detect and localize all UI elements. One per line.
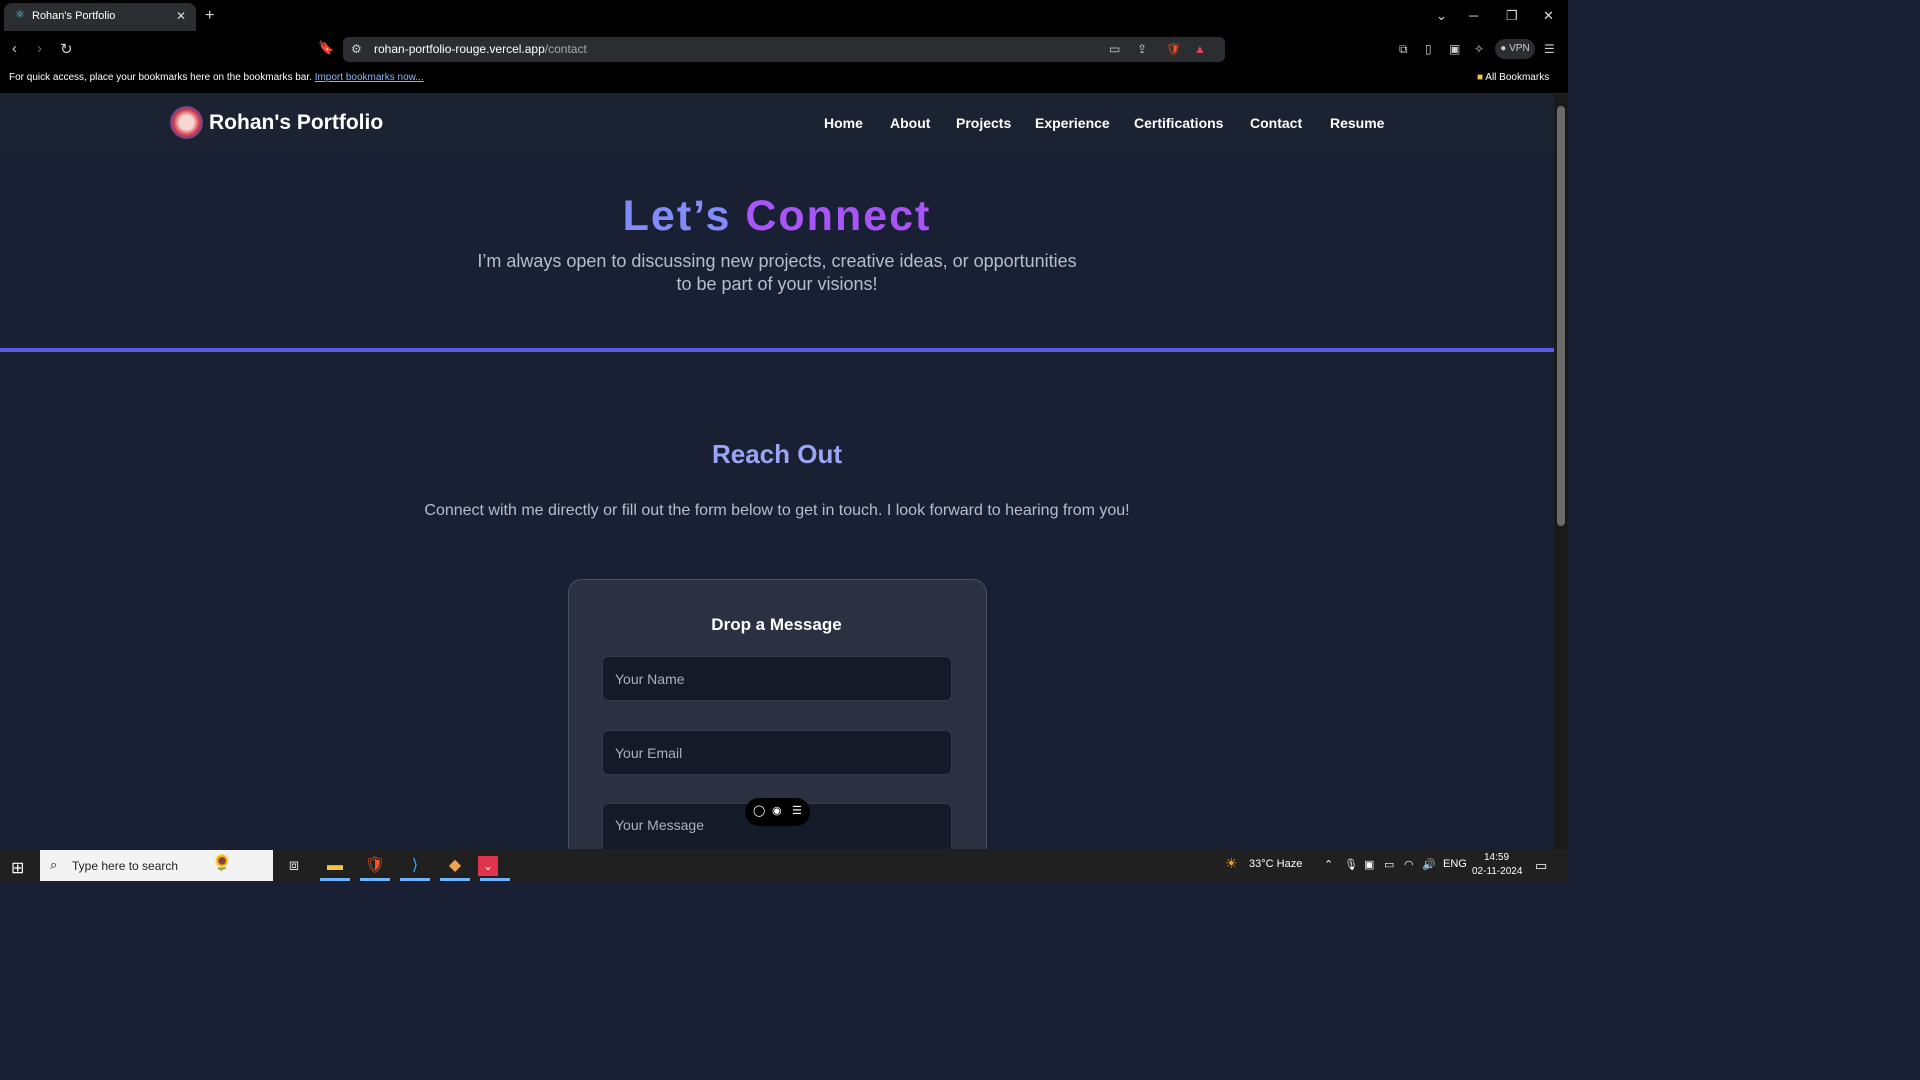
search-highlight-icon: 🌻 xyxy=(212,855,232,872)
section-divider xyxy=(0,348,1554,352)
vscode-indicator xyxy=(400,878,430,881)
nav-resume[interactable]: Resume xyxy=(1330,115,1384,131)
bookmarks-prompt-text: For quick access, place your bookmarks h… xyxy=(9,72,312,83)
nav-experience[interactable]: Experience xyxy=(1035,115,1110,131)
eye-icon[interactable]: ◉ xyxy=(772,804,782,817)
title-word-1: Let’s xyxy=(622,192,732,240)
bookmark-icon[interactable]: 🔖 xyxy=(318,40,334,56)
close-window-icon[interactable]: ✕ xyxy=(1543,8,1554,24)
floating-toolbar: ◯ ◉ ☰ xyxy=(745,798,810,826)
nav-contact[interactable]: Contact xyxy=(1250,115,1302,131)
clock-time[interactable]: 14:59 xyxy=(1484,852,1509,863)
back-icon[interactable]: ‹ xyxy=(12,40,17,57)
leo-ai-icon[interactable]: ✧ xyxy=(1474,42,1484,56)
app-icon[interactable]: ◆ xyxy=(438,853,472,879)
wallet-icon[interactable]: ▣ xyxy=(1449,42,1460,56)
meet-now-icon[interactable]: ▣ xyxy=(1364,858,1374,871)
new-tab-icon[interactable]: + xyxy=(205,7,214,25)
nav-certifications[interactable]: Certifications xyxy=(1134,115,1223,131)
comment-icon[interactable]: ◯ xyxy=(753,804,765,817)
app-indicator xyxy=(440,878,470,881)
minimize-icon[interactable]: ─ xyxy=(1469,8,1478,23)
import-bookmarks-link[interactable]: Import bookmarks now... xyxy=(315,72,424,83)
notifications-icon[interactable]: ▭ xyxy=(1535,858,1547,874)
reach-out-heading: Reach Out xyxy=(711,439,843,469)
tab-search-icon[interactable]: ⌄ xyxy=(1436,8,1447,24)
file-explorer-icon[interactable]: ▬ xyxy=(318,853,352,879)
email-field[interactable] xyxy=(602,730,952,775)
folder-icon: ■ xyxy=(1477,72,1484,83)
vpn-label: VPN xyxy=(1509,43,1530,54)
tab-title: Rohan's Portfolio xyxy=(32,10,116,22)
brave-rewards-icon[interactable]: ▲ xyxy=(1194,42,1206,56)
name-input[interactable] xyxy=(603,657,951,700)
vscode-icon[interactable]: ⟩ xyxy=(398,853,432,879)
share-icon[interactable]: ⇪ xyxy=(1137,42,1147,56)
brave-indicator xyxy=(360,878,390,881)
bookmarks-prompt: For quick access, place your bookmarks h… xyxy=(9,72,424,83)
restore-icon[interactable]: ❐ xyxy=(1506,8,1518,24)
url-host: rohan-portfolio-rouge.vercel.app xyxy=(374,42,545,56)
url-text[interactable]: rohan-portfolio-rouge.vercel.app/contact xyxy=(374,42,587,56)
title-word-2: Connect xyxy=(745,192,932,240)
all-bookmarks-label: All Bookmarks xyxy=(1485,72,1550,83)
scrollbar-thumb[interactable] xyxy=(1557,106,1565,526)
microphone-icon[interactable]: 🎙 xyxy=(1344,858,1358,871)
reach-out-subtitle: Connect with me directly or fill out the… xyxy=(424,502,1130,519)
search-icon: ⌕ xyxy=(50,857,58,872)
menu-icon[interactable]: ☰ xyxy=(1544,42,1555,56)
brave-shields-icon[interactable]: 🛡 xyxy=(1166,42,1181,56)
volume-icon[interactable]: 🔊 xyxy=(1422,858,1436,871)
list-icon[interactable]: ☰ xyxy=(792,804,802,817)
page-title: Let’s Connect xyxy=(0,192,1554,241)
page-viewport: Rohan's Portfolio Home About Projects Ex… xyxy=(0,94,1554,849)
brand-title[interactable]: Rohan's Portfolio xyxy=(209,111,383,135)
taskbar-search-placeholder[interactable]: Type here to search xyxy=(72,859,178,873)
network-icon[interactable]: ◠ xyxy=(1404,858,1414,871)
nav-about[interactable]: About xyxy=(890,115,930,131)
all-bookmarks-button[interactable]: ■ All Bookmarks xyxy=(1477,72,1549,83)
email-input[interactable] xyxy=(603,731,951,774)
weather-text[interactable]: 33°C Haze xyxy=(1249,858,1302,870)
avatar[interactable] xyxy=(170,106,203,139)
show-hidden-icons[interactable]: ⌃ xyxy=(1324,858,1333,871)
form-title: Drop a Message xyxy=(711,615,842,634)
vpn-button[interactable]: ● VPN xyxy=(1495,39,1535,59)
site-info-icon[interactable]: ⚙ xyxy=(351,42,362,56)
language-indicator[interactable]: ENG xyxy=(1443,858,1467,870)
file-explorer-indicator xyxy=(320,878,350,881)
react-icon: ⚛ xyxy=(15,9,25,21)
weather-icon: ☀ xyxy=(1225,855,1238,871)
pocket-indicator xyxy=(480,878,510,881)
nav-home[interactable]: Home xyxy=(824,115,863,131)
cast-icon[interactable]: ▭ xyxy=(1109,42,1120,56)
task-view-icon[interactable]: ⧈ xyxy=(277,853,311,879)
brave-browser-icon[interactable]: 🛡 xyxy=(358,853,392,879)
reload-icon[interactable]: ↻ xyxy=(60,40,73,58)
sidebar-icon[interactable]: ▯ xyxy=(1425,42,1432,56)
nav-projects[interactable]: Projects xyxy=(956,115,1011,131)
clock-date[interactable]: 02-11-2024 xyxy=(1472,866,1522,877)
forward-icon[interactable]: › xyxy=(37,40,42,57)
pocket-icon[interactable]: ⌄ xyxy=(478,856,498,876)
battery-icon[interactable]: ▭ xyxy=(1384,858,1394,871)
name-field[interactable] xyxy=(602,656,952,701)
url-path: /contact xyxy=(544,42,587,56)
extensions-icon[interactable]: ⧉ xyxy=(1399,42,1408,57)
close-tab-icon[interactable]: ✕ xyxy=(176,9,186,23)
hero-subtitle: I’m always open to discussing new projec… xyxy=(477,251,1077,294)
tab-strip xyxy=(0,0,1568,33)
windows-start-icon[interactable]: ⊞ xyxy=(11,858,24,878)
